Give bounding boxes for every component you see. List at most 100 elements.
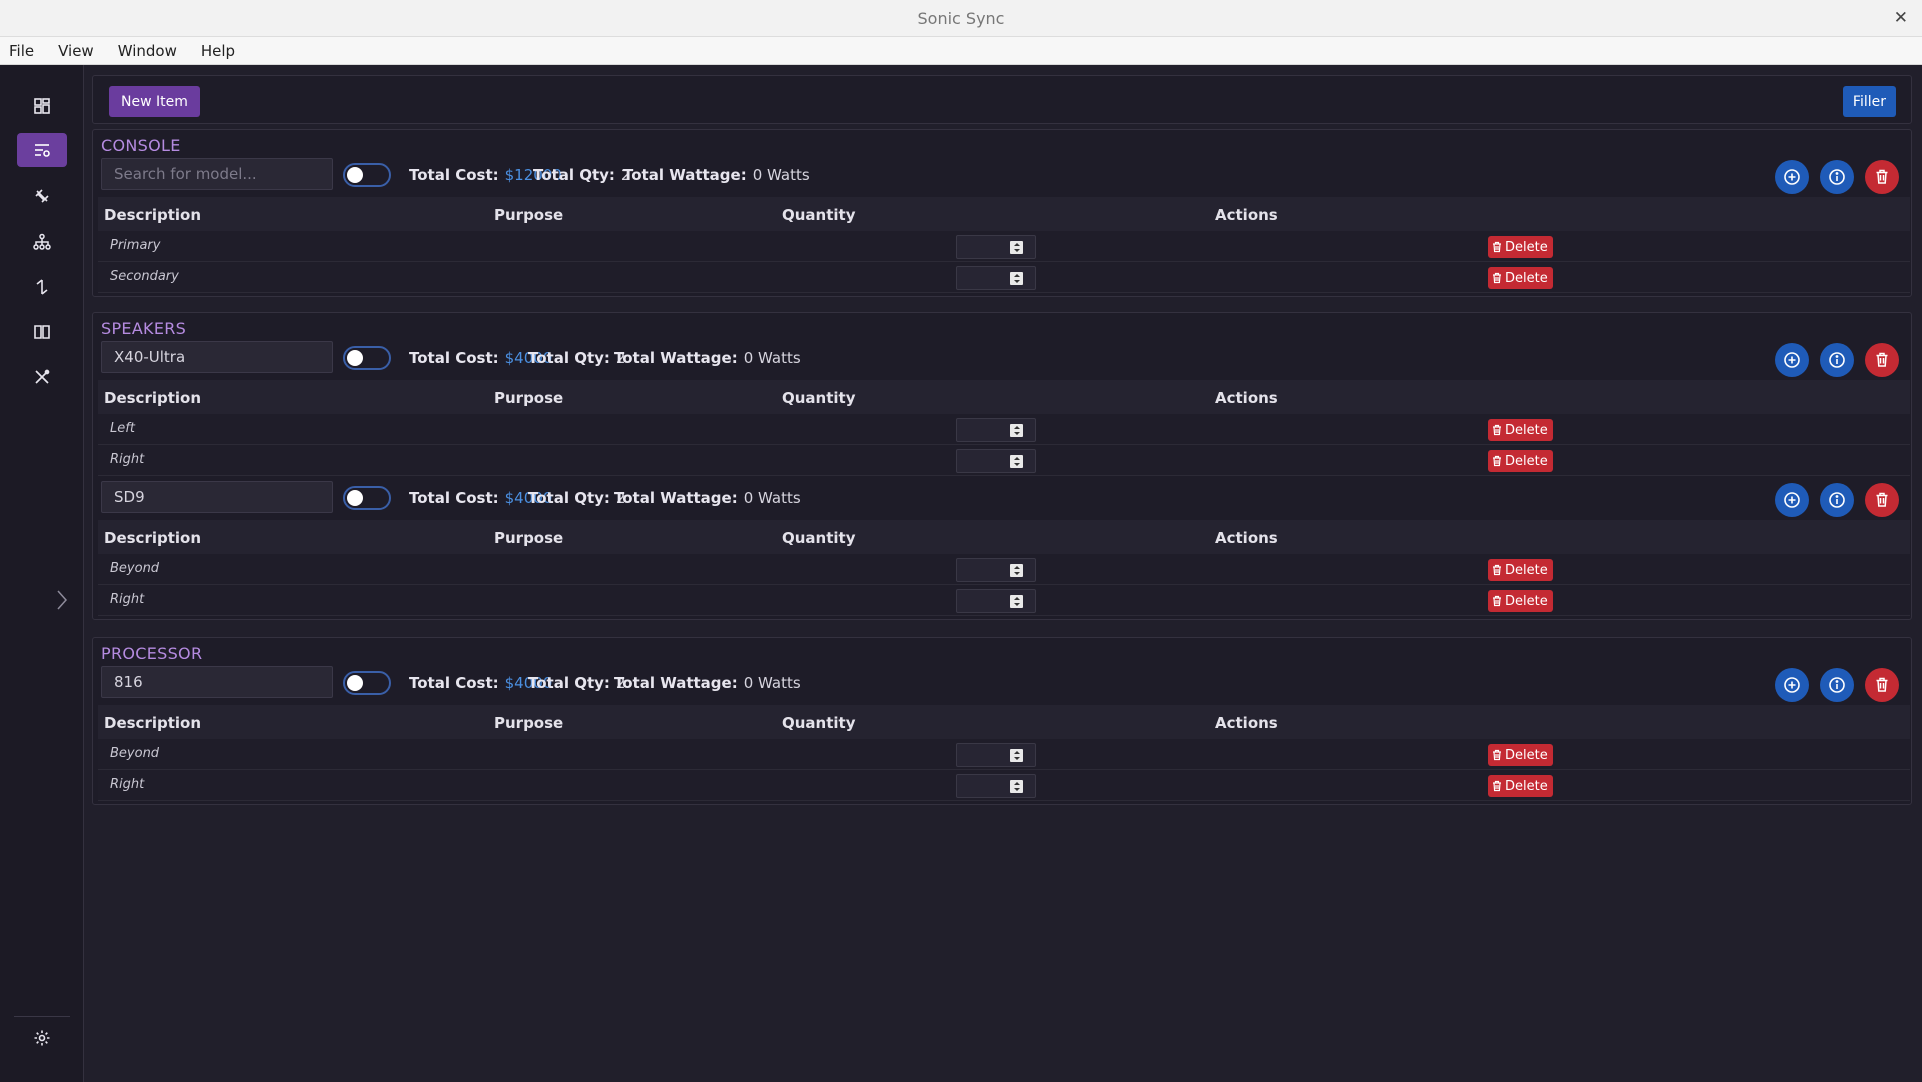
quantity-stepper[interactable] [956,449,1036,473]
total-wattage-value: 0 Watts [743,349,801,367]
add-button[interactable] [1775,160,1809,194]
add-button[interactable] [1775,668,1809,702]
quantity-stepper[interactable] [956,266,1036,290]
info-button[interactable] [1820,343,1854,377]
model-search-input[interactable] [101,341,333,373]
row-description[interactable]: Right [110,592,144,607]
quantity-stepper[interactable] [956,235,1036,259]
info-icon [1829,677,1845,693]
group-toggle[interactable] [343,163,391,187]
row-description[interactable]: Left [110,421,135,436]
total-cost-label: Total Cost: [409,674,499,692]
nav-docs[interactable] [17,315,67,349]
delete-row-button[interactable]: Delete [1488,744,1553,766]
model-search-input[interactable] [101,666,333,698]
group-toggle[interactable] [343,346,391,370]
quantity-stepper[interactable] [956,589,1036,613]
menu-view[interactable]: View [55,42,97,60]
row-description[interactable]: Beyond [110,746,159,761]
nav-inventory[interactable] [17,133,67,167]
add-button[interactable] [1775,483,1809,517]
main-content: New Item Filler CONSOLETotal Cost:$12000… [92,75,1912,1075]
column-header-actions: Actions [1215,389,1278,407]
delete-group-button[interactable] [1865,668,1899,702]
filler-button[interactable]: Filler [1842,86,1896,117]
delete-row-button[interactable]: Delete [1488,775,1553,797]
nav-tools[interactable] [17,360,67,394]
trash-icon [1493,272,1501,284]
info-button[interactable] [1820,160,1854,194]
delete-row-button[interactable]: Delete [1488,559,1553,581]
info-icon [1829,169,1845,185]
total-wattage-value: 0 Watts [752,166,810,184]
info-icon [1829,492,1845,508]
total-wattage-stat: Total Wattage: 0 Watts [614,489,801,507]
trash-icon [1493,424,1501,436]
row-description[interactable]: Primary [110,238,160,253]
column-header-purpose: Purpose [494,389,564,407]
stepper-arrows-icon[interactable] [1010,749,1023,762]
total-wattage-label: Total Wattage: [614,489,738,507]
quantity-stepper[interactable] [956,743,1036,767]
column-header-quantity: Quantity [782,714,856,732]
stepper-arrows-icon[interactable] [1010,272,1023,285]
network-tree-icon [33,233,51,250]
table-header: Description Purpose Quantity Actions [98,520,1910,554]
nav-signal-flow[interactable] [17,270,67,304]
new-item-button[interactable]: New Item [109,86,200,117]
expand-nav-icon[interactable] [54,585,70,615]
delete-row-button[interactable]: Delete [1488,590,1553,612]
info-button[interactable] [1820,483,1854,517]
quantity-stepper[interactable] [956,558,1036,582]
group-toggle[interactable] [343,671,391,695]
delete-row-button[interactable]: Delete [1488,236,1553,258]
nav-cables[interactable] [17,179,67,213]
delete-group-button[interactable] [1865,483,1899,517]
total-qty-label: Total Qty: [528,674,610,692]
menu-help[interactable]: Help [198,42,238,60]
stepper-arrows-icon[interactable] [1010,564,1023,577]
quantity-stepper[interactable] [956,774,1036,798]
info-button[interactable] [1820,668,1854,702]
stepper-arrows-icon[interactable] [1010,241,1023,254]
total-qty-label: Total Qty: [528,489,610,507]
trash-icon [1876,677,1888,692]
inventory-list-icon [35,144,50,157]
stepper-arrows-icon[interactable] [1010,595,1023,608]
quantity-stepper[interactable] [956,418,1036,442]
model-search-input[interactable] [101,158,333,190]
stepper-arrows-icon[interactable] [1010,455,1023,468]
row-description[interactable]: Secondary [110,269,179,284]
stepper-arrows-icon[interactable] [1010,424,1023,437]
stepper-arrows-icon[interactable] [1010,780,1023,793]
delete-row-button[interactable]: Delete [1488,267,1553,289]
nav-dashboard[interactable] [17,89,67,123]
model-search-input[interactable] [101,481,333,513]
add-circle-icon [1784,677,1800,693]
add-circle-icon [1784,169,1800,185]
delete-group-button[interactable] [1865,343,1899,377]
group-toggle[interactable] [343,486,391,510]
menu-file[interactable]: File [6,42,37,60]
row-description[interactable]: Beyond [110,561,159,576]
model-row: Total Cost:$4000Total Qty:2Total Wattage… [93,337,1913,377]
row-description[interactable]: Right [110,452,144,467]
delete-row-button[interactable]: Delete [1488,419,1553,441]
menu-window[interactable]: Window [115,42,180,60]
model-row: Total Cost:$4000Total Qty:2Total Wattage… [93,477,1913,517]
toggle-knob [347,167,363,183]
nav-divider [14,1016,70,1017]
total-cost-label: Total Cost: [409,349,499,367]
trash-icon [1876,352,1888,367]
nav-network[interactable] [17,225,67,259]
add-button[interactable] [1775,343,1809,377]
close-icon[interactable]: ✕ [1894,8,1908,28]
delete-row-button[interactable]: Delete [1488,450,1553,472]
model-row: Total Cost:$12000Total Qty:2Total Wattag… [93,154,1913,194]
delete-group-button[interactable] [1865,160,1899,194]
row-description[interactable]: Right [110,777,144,792]
nav-settings[interactable] [17,1021,67,1055]
total-qty-stat: Total Qty: 2 [528,674,625,692]
side-navigation [0,65,84,1082]
book-icon [34,325,50,339]
